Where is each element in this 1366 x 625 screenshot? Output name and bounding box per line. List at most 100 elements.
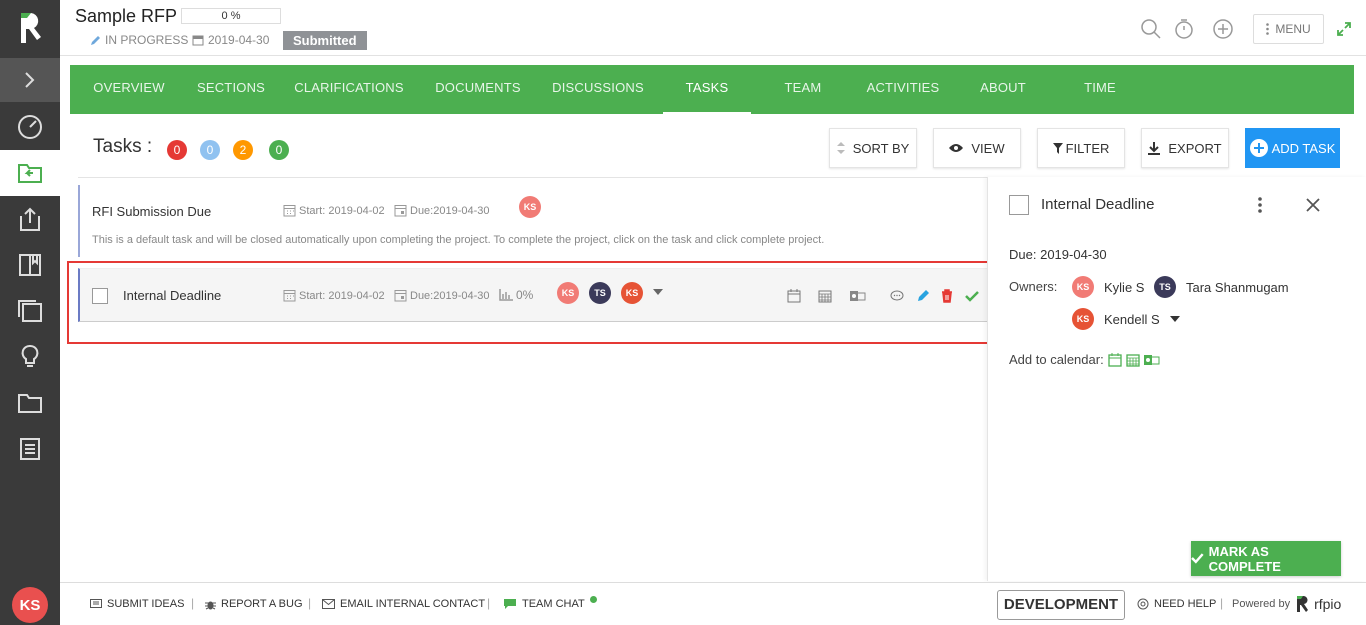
panel-owner[interactable]: KS Kylie S [1072, 276, 1144, 298]
panel-owner[interactable]: KS Kendell S [1072, 308, 1180, 330]
menu-button[interactable]: MENU [1253, 14, 1324, 44]
status-badge: Submitted [283, 31, 367, 50]
submit-ideas-label: SUBMIT IDEAS [107, 598, 185, 610]
sidebar-item-reports[interactable] [0, 426, 60, 472]
lifebuoy-icon [1137, 598, 1149, 610]
calendar-add-icon[interactable] [1108, 352, 1122, 367]
more-options-icon[interactable] [1258, 197, 1262, 213]
caret-down-icon[interactable] [1169, 316, 1180, 322]
close-icon[interactable] [1306, 198, 1320, 212]
highlight-frame [67, 261, 990, 344]
view-label: VIEW [971, 140, 1005, 156]
message-icon [90, 598, 102, 608]
google-calendar-icon[interactable] [1126, 353, 1140, 367]
owner-name: Kendell S [1104, 311, 1160, 327]
task-row[interactable]: RFI Submission Due Start: 2019-04-02 Due… [78, 185, 988, 257]
submit-ideas-link[interactable]: SUBMIT IDEAS [90, 598, 184, 610]
calendar-due-icon [394, 205, 407, 217]
project-date: 2019-04-30 [192, 33, 269, 47]
brand-name: rfpio [1314, 596, 1342, 612]
folder-arrow-icon [18, 164, 42, 183]
chevron-right-icon [25, 72, 35, 88]
sort-by-label: SORT BY [852, 140, 910, 156]
avatar: KS [1072, 276, 1094, 298]
project-date-value: 2019-04-30 [208, 33, 270, 47]
view-button[interactable]: VIEW [933, 128, 1021, 168]
panel-add-to-calendar: Add to calendar: [1009, 352, 1160, 367]
filter-button[interactable]: FILTER [1037, 128, 1125, 168]
footer-divider: | [1220, 596, 1224, 610]
tab-about[interactable]: ABOUT [970, 65, 1036, 114]
panel-owner[interactable]: TS Tara Shanmugam [1154, 276, 1289, 298]
task-start-date: Start: 2019-04-02 [283, 204, 385, 217]
folder-icon [18, 394, 42, 413]
sidebar-item-files[interactable] [0, 380, 60, 426]
avatar: TS [1154, 276, 1176, 298]
panel-task-checkbox[interactable] [1009, 195, 1029, 215]
avatar: KS [1072, 308, 1094, 330]
report-bug-link[interactable]: REPORT A BUG [205, 598, 303, 610]
filter-icon [1052, 142, 1063, 154]
tab-activities[interactable]: ACTIVITIES [860, 65, 946, 114]
tab-time[interactable]: TIME [1070, 65, 1130, 114]
tab-discussions[interactable]: DISCUSSIONS [548, 65, 648, 114]
expand-icon[interactable] [1337, 22, 1351, 36]
check-icon [1191, 553, 1204, 564]
eye-icon [949, 144, 964, 152]
sidebar-item-export[interactable] [0, 196, 60, 242]
footer-divider: | [191, 596, 195, 610]
tab-documents[interactable]: DOCUMENTS [428, 65, 528, 114]
tab-team[interactable]: TEAM [773, 65, 833, 114]
count-badge-overdue[interactable]: 0 [167, 140, 187, 160]
add-task-button[interactable]: ADD TASK [1245, 128, 1340, 168]
need-help-link[interactable]: NEED HELP [1137, 598, 1216, 610]
rfpio-logo-icon [1297, 595, 1309, 612]
owner-name: Kylie S [1104, 279, 1145, 295]
project-status: IN PROGRESS [90, 33, 188, 47]
filter-label: FILTER [1065, 140, 1110, 156]
tab-overview[interactable]: OVERVIEW [88, 65, 170, 114]
powered-by: Powered by rfpio [1232, 595, 1341, 613]
rfpio-logo[interactable] [0, 0, 60, 56]
sidebar-item-projects[interactable] [0, 150, 60, 196]
windows-icon [18, 300, 42, 322]
powered-by-label: Powered by [1232, 598, 1291, 610]
environment-badge[interactable]: DEVELOPMENT [997, 590, 1125, 620]
project-tabs: OVERVIEW SECTIONS CLARIFICATIONS DOCUMEN… [70, 65, 1354, 114]
book-icon [19, 254, 41, 276]
count-badge-open[interactable]: 0 [200, 140, 220, 160]
sort-by-button[interactable]: SORT BY [829, 128, 917, 168]
task-description: This is a default task and will be close… [92, 234, 825, 246]
sidebar-expand-button[interactable] [0, 58, 60, 102]
sidebar-item-dashboard[interactable] [0, 104, 60, 150]
dashboard-gauge-icon [18, 115, 42, 139]
panel-due: Due: 2019-04-30 [1009, 247, 1107, 262]
sort-icon [836, 142, 845, 154]
timer-icon[interactable] [1173, 18, 1195, 40]
panel-task-title: Internal Deadline [1041, 196, 1155, 213]
add-circle-icon[interactable] [1212, 18, 1234, 40]
footer-divider: | [308, 596, 312, 610]
search-icon[interactable] [1140, 18, 1162, 40]
count-badge-pending[interactable]: 2 [233, 140, 253, 160]
mark-as-complete-button[interactable]: MARK AS COMPLETE [1191, 541, 1341, 576]
outlook-icon[interactable] [1143, 353, 1160, 367]
panel-owners-label: Owners: [1009, 279, 1058, 294]
tab-clarifications[interactable]: CLARIFICATIONS [292, 65, 406, 114]
chat-icon [504, 599, 516, 609]
export-button[interactable]: EXPORT [1141, 128, 1229, 168]
tab-sections[interactable]: SECTIONS [190, 65, 272, 114]
team-chat-label: TEAM CHAT [522, 598, 585, 610]
tab-tasks[interactable]: TASKS [663, 65, 751, 114]
count-badge-complete[interactable]: 0 [269, 140, 289, 160]
sidebar-item-library[interactable] [0, 242, 60, 288]
email-contact-link[interactable]: EMAIL INTERNAL CONTACT [322, 598, 485, 610]
owner-name: Tara Shanmugam [1186, 279, 1289, 295]
avatar[interactable]: KS [519, 196, 541, 218]
team-chat-link[interactable]: TEAM CHAT [503, 595, 597, 610]
sidebar-item-ideas[interactable] [0, 334, 60, 380]
top-bar: Sample RFP 0 % IN PROGRESS 2019-04-30 Su… [60, 0, 1366, 56]
mark-complete-label: MARK AS COMPLETE [1208, 543, 1281, 574]
sidebar-item-documents[interactable] [0, 288, 60, 334]
user-avatar[interactable]: KS [12, 587, 48, 623]
